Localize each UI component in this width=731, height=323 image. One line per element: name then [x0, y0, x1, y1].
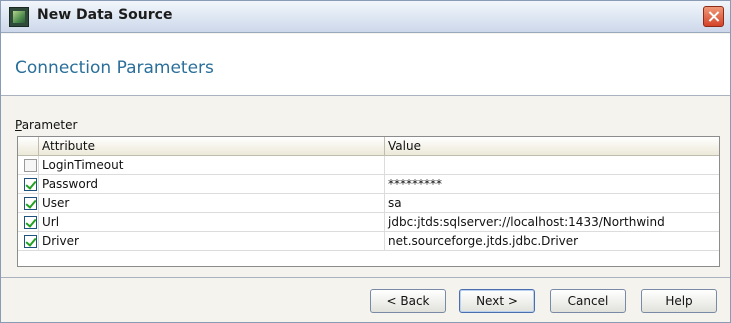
attribute-cell: Password — [42, 177, 99, 191]
header-divider[interactable] — [384, 137, 385, 156]
value-cell[interactable]: ********* — [388, 177, 442, 191]
attribute-cell: User — [42, 196, 70, 210]
row-divider — [38, 175, 39, 194]
wizard-header: Connection Parameters — [1, 34, 730, 96]
help-button[interactable]: Help — [641, 289, 717, 313]
row-checkbox[interactable] — [24, 216, 37, 229]
table-row[interactable]: Driver net.sourceforge.jtds.jdbc.Driver — [18, 232, 719, 251]
data-source-app-icon — [9, 7, 29, 27]
row-divider — [384, 175, 385, 194]
cancel-button[interactable]: Cancel — [550, 289, 626, 313]
row-checkbox[interactable] — [24, 178, 37, 191]
value-cell[interactable]: net.sourceforge.jtds.jdbc.Driver — [388, 234, 578, 248]
row-checkbox[interactable] — [24, 159, 37, 172]
row-divider — [384, 232, 385, 251]
row-divider — [384, 156, 385, 175]
row-divider — [384, 213, 385, 232]
table-header: Attribute Value — [18, 137, 719, 156]
attribute-cell: Driver — [42, 234, 79, 248]
parameter-label-rest: arameter — [21, 118, 78, 132]
parameter-table[interactable]: Attribute Value LoginTimeout Password **… — [17, 136, 720, 267]
parameter-label: Parameter — [15, 118, 77, 132]
column-header-value[interactable]: Value — [388, 139, 421, 153]
attribute-cell: Url — [42, 215, 60, 229]
row-checkbox[interactable] — [24, 197, 37, 210]
attribute-cell: LoginTimeout — [42, 158, 124, 172]
row-divider — [384, 194, 385, 213]
row-divider — [38, 194, 39, 213]
row-divider — [38, 156, 39, 175]
close-icon[interactable] — [703, 6, 724, 27]
row-checkbox[interactable] — [24, 235, 37, 248]
column-header-attribute[interactable]: Attribute — [42, 139, 95, 153]
back-button[interactable]: < Back — [370, 289, 446, 313]
table-row[interactable]: Url jdbc:jtds:sqlserver://localhost:1433… — [18, 213, 719, 232]
row-divider — [38, 232, 39, 251]
table-row[interactable]: LoginTimeout — [18, 156, 719, 175]
table-row[interactable]: Password ********* — [18, 175, 719, 194]
next-button[interactable]: Next > — [459, 289, 535, 313]
row-divider — [38, 213, 39, 232]
parameter-label-mnemonic: P — [15, 118, 22, 132]
new-data-source-dialog: New Data Source Connection Parameters Pa… — [0, 0, 731, 323]
value-cell[interactable]: sa — [388, 196, 402, 210]
value-cell[interactable]: jdbc:jtds:sqlserver://localhost:1433/Nor… — [388, 215, 665, 229]
footer-divider — [1, 277, 730, 278]
page-title: Connection Parameters — [15, 58, 214, 78]
window-title: New Data Source — [37, 7, 173, 23]
title-bar[interactable]: New Data Source — [1, 1, 730, 33]
header-divider — [38, 137, 39, 156]
table-row[interactable]: User sa — [18, 194, 719, 213]
